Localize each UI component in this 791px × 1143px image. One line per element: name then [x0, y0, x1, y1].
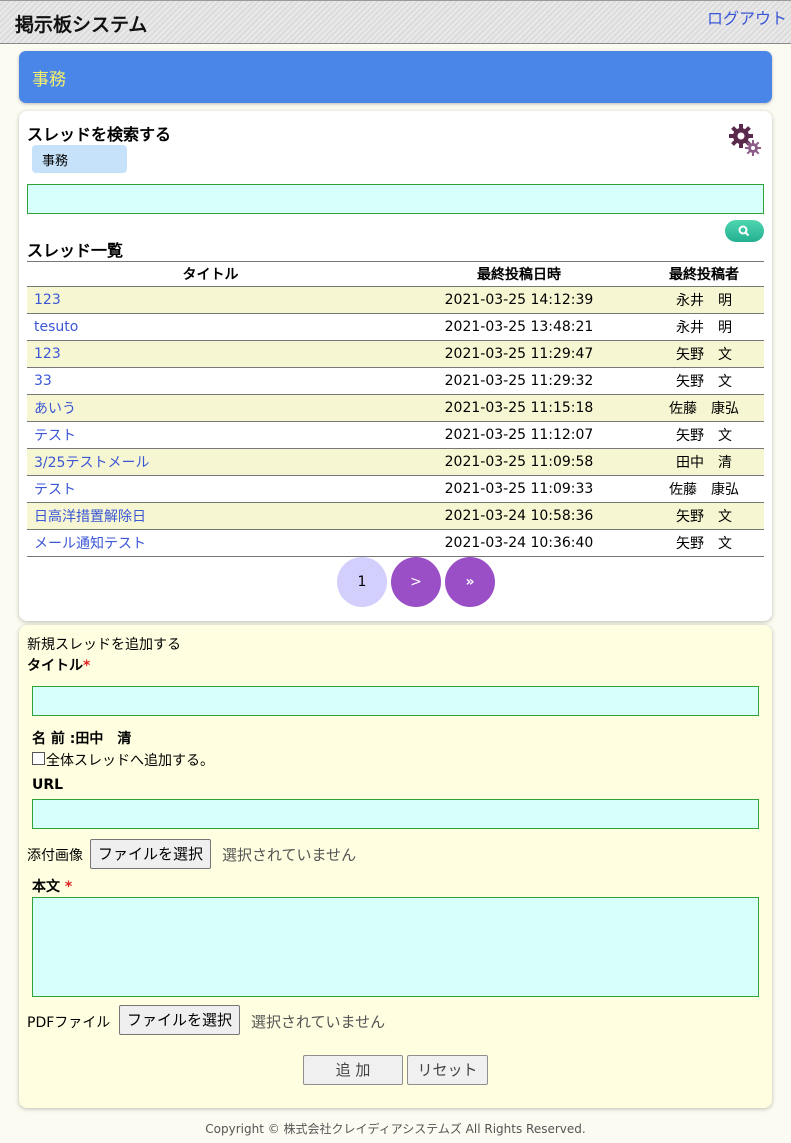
body-field-label: 本文 *	[32, 876, 72, 896]
search-icon	[738, 225, 750, 237]
table-row: 123 2021-03-25 11:29:47 矢野 文	[27, 340, 764, 368]
thread-list-title: スレッド一覧	[27, 241, 124, 260]
new-thread-form: 新規スレッドを追加する タイトル* 名 前 :田中 清 全体スレッドへ追加する。…	[19, 625, 772, 1108]
last-post-date: 2021-03-25 11:09:58	[394, 448, 644, 476]
last-post-date: 2021-03-24 10:36:40	[394, 529, 644, 557]
pdf-file-status: 選択されていません	[251, 1013, 386, 1031]
last-poster: 永井 明	[644, 313, 764, 341]
pdf-label: PDFファイル	[27, 1015, 111, 1031]
body-label-text: 本文	[32, 879, 60, 895]
last-poster: 佐藤 康弘	[644, 475, 764, 503]
search-button[interactable]	[725, 220, 764, 242]
thread-title-link[interactable]: あいう	[27, 394, 394, 422]
table-row: 3/25テストメール 2021-03-25 11:09:58 田中 清	[27, 448, 764, 476]
last-poster: 矢野 文	[644, 367, 764, 395]
last-post-date: 2021-03-25 14:12:39	[394, 286, 644, 314]
body-textarea[interactable]	[32, 897, 759, 997]
last-post-date: 2021-03-25 11:15:18	[394, 394, 644, 422]
thread-title-input[interactable]	[32, 686, 759, 716]
table-row: テスト 2021-03-25 11:09:33 佐藤 康弘	[27, 475, 764, 503]
thread-title-link[interactable]: 33	[27, 367, 394, 395]
last-page-button[interactable]: »	[445, 557, 495, 607]
category-chip[interactable]: 事務	[32, 145, 127, 173]
reset-button[interactable]: リセット	[407, 1055, 488, 1085]
all-threads-checkbox-label: 全体スレッドへ追加する。	[46, 753, 214, 769]
column-header-date: 最終投稿日時	[394, 261, 644, 287]
required-mark: *	[64, 879, 73, 895]
table-row: 123 2021-03-25 14:12:39 永井 明	[27, 286, 764, 314]
last-post-date: 2021-03-24 10:58:36	[394, 502, 644, 530]
last-poster: 矢野 文	[644, 340, 764, 368]
search-title: スレッドを検索する	[27, 125, 172, 144]
table-header-row: タイトル 最終投稿日時 最終投稿者	[27, 261, 764, 287]
table-row: tesuto 2021-03-25 13:48:21 永井 明	[27, 313, 764, 341]
last-poster: 矢野 文	[644, 421, 764, 449]
thread-title-link[interactable]: テスト	[27, 421, 394, 449]
thread-title-link[interactable]: テスト	[27, 475, 394, 503]
required-mark: *	[83, 658, 91, 674]
thread-title-link[interactable]: tesuto	[27, 313, 394, 341]
next-page-button[interactable]: >	[391, 557, 441, 607]
image-file-status: 選択されていません	[222, 846, 357, 864]
pagination: 1 > »	[337, 557, 507, 607]
app-title: 掲示板システム	[15, 14, 148, 36]
thread-title-link[interactable]: 日高洋措置解除日	[27, 502, 394, 530]
gear-icon[interactable]	[728, 123, 762, 157]
last-poster: 永井 明	[644, 286, 764, 314]
table-row: 33 2021-03-25 11:29:32 矢野 文	[27, 367, 764, 395]
title-label-text: タイトル	[27, 658, 83, 674]
url-input[interactable]	[32, 799, 759, 829]
table-row: あいう 2021-03-25 11:15:18 佐藤 康弘	[27, 394, 764, 422]
copyright-footer: Copyright © 株式会社クレイディアシステムズ All Rights R…	[205, 1122, 586, 1136]
last-post-date: 2021-03-25 13:48:21	[394, 313, 644, 341]
last-poster: 矢野 文	[644, 502, 764, 530]
logout-link[interactable]: ログアウト	[707, 5, 787, 29]
last-poster: 佐藤 康弘	[644, 394, 764, 422]
thread-title-link[interactable]: 123	[27, 286, 394, 314]
column-header-author: 最終投稿者	[644, 261, 764, 287]
title-field-label: タイトル*	[27, 655, 90, 675]
image-file-button[interactable]: ファイルを選択	[90, 839, 212, 869]
thread-title-link[interactable]: 3/25テストメール	[27, 448, 394, 476]
new-thread-heading: 新規スレッドを追加する	[27, 637, 181, 653]
column-header-title: タイトル	[27, 261, 394, 287]
last-poster: 田中 清	[644, 448, 764, 476]
page-1-button[interactable]: 1	[337, 557, 387, 607]
last-post-date: 2021-03-25 11:12:07	[394, 421, 644, 449]
thread-table: タイトル 最終投稿日時 最終投稿者 123 2021-03-25 14:12:3…	[27, 261, 764, 557]
app-header: 掲示板システム ログアウト	[0, 0, 791, 44]
add-button[interactable]: 追 加	[303, 1055, 403, 1085]
category-title: 事務	[32, 70, 66, 90]
last-poster: 矢野 文	[644, 529, 764, 557]
table-row: メール通知テスト 2021-03-24 10:36:40 矢野 文	[27, 529, 764, 557]
thread-title-link[interactable]: メール通知テスト	[27, 529, 394, 557]
poster-name: 名 前 :田中 清	[32, 731, 132, 747]
all-threads-checkbox[interactable]	[32, 752, 45, 765]
url-label: URL	[32, 777, 64, 793]
pdf-file-button[interactable]: ファイルを選択	[119, 1005, 241, 1035]
thread-search-panel: スレッドを検索する 事務 スレッド一覧 タイトル 最終投稿日時 最終投稿者 12…	[19, 111, 772, 621]
last-post-date: 2021-03-25 11:29:47	[394, 340, 644, 368]
image-label: 添付画像	[27, 848, 83, 864]
search-input[interactable]	[27, 184, 764, 214]
last-post-date: 2021-03-25 11:09:33	[394, 475, 644, 503]
thread-title-link[interactable]: 123	[27, 340, 394, 368]
last-post-date: 2021-03-25 11:29:32	[394, 367, 644, 395]
table-row: 日高洋措置解除日 2021-03-24 10:58:36 矢野 文	[27, 502, 764, 530]
category-banner: 事務	[19, 51, 772, 103]
table-row: テスト 2021-03-25 11:12:07 矢野 文	[27, 421, 764, 449]
